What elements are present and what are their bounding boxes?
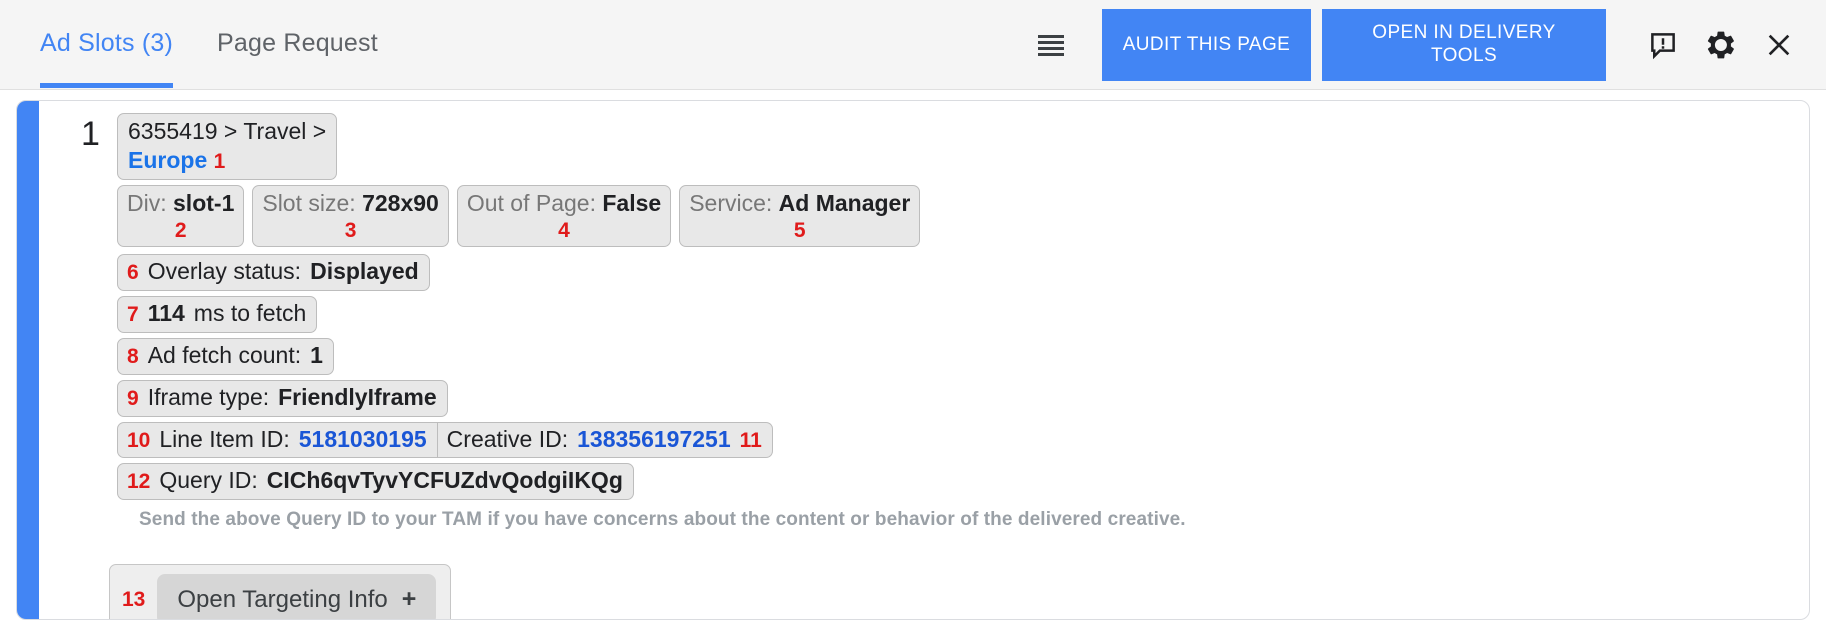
breadcrumb-part-europe: Europe: [128, 147, 207, 173]
icon-group: [1606, 28, 1826, 62]
annotation-badge-5: 5: [689, 218, 910, 244]
query-id-note: Send the above Query ID to your TAM if y…: [139, 509, 1809, 531]
plus-icon: +: [402, 585, 417, 614]
detail-query-id: 12 Query ID: CICh6qvTyvYCFUZdvQodgiIKQg: [117, 463, 634, 500]
detail-fetch-time-value: 114: [148, 299, 185, 329]
detail-overlay-status-value: Displayed: [310, 257, 419, 287]
breadcrumb-part-network: 6355419 >: [128, 118, 243, 144]
slot-index: 1: [81, 115, 100, 154]
open-targeting-info-button[interactable]: Open Targeting Info +: [157, 574, 436, 620]
detail-overlay-status: 6 Overlay status: Displayed: [117, 254, 430, 291]
breadcrumb-part-travel: Travel >: [243, 118, 326, 144]
detail-fetch-time-row: 7 114 ms to fetch: [117, 296, 1809, 333]
card-accent-stripe: [17, 101, 39, 619]
annotation-badge-13: 13: [122, 588, 145, 612]
detail-overlay-status-row: 6 Overlay status: Displayed: [117, 254, 1809, 291]
detail-iframe-type-value: FriendlyIframe: [278, 383, 437, 413]
annotation-badge-11: 11: [740, 427, 762, 454]
detail-iframe-type: 9 Iframe type: FriendlyIframe: [117, 380, 448, 417]
attribute-out-of-page-value: False: [602, 190, 661, 216]
attribute-service-text: Service: Ad Manager: [689, 189, 910, 218]
hamburger-line: [1038, 35, 1064, 38]
tab-ad-slots[interactable]: Ad Slots (3): [40, 0, 173, 88]
annotation-badge-1: 1: [214, 150, 226, 173]
attribute-div-value: slot-1: [173, 190, 234, 216]
open-targeting-info-label: Open Targeting Info: [177, 586, 387, 614]
attribute-slot-size-value: 728x90: [362, 190, 439, 216]
audit-this-page-button[interactable]: AUDIT THIS PAGE: [1102, 9, 1311, 81]
tab-page-request-label: Page Request: [217, 29, 378, 60]
close-icon[interactable]: [1762, 28, 1796, 62]
tab-bar: Ad Slots (3) Page Request: [0, 0, 402, 89]
detail-line-item-id-value[interactable]: 5181030195: [299, 425, 427, 455]
slot-content: 6355419 > Travel > Europe 1 Div: slot-1 …: [39, 113, 1809, 620]
detail-fetch-count: 8 Ad fetch count: 1: [117, 338, 334, 375]
ad-unit-breadcrumb[interactable]: 6355419 > Travel > Europe 1: [117, 113, 337, 180]
detail-fetch-count-value: 1: [310, 341, 323, 371]
slot-detail-list: 6 Overlay status: Displayed 7 114 ms to …: [117, 254, 1809, 500]
hamburger-icon[interactable]: [1028, 22, 1074, 68]
detail-fetch-time-label: ms to fetch: [194, 299, 306, 329]
annotation-badge-4: 4: [467, 218, 661, 244]
annotation-badge-10: 10: [127, 427, 150, 454]
detail-creative-id-value[interactable]: 138356197251: [577, 425, 731, 455]
detail-iframe-type-row: 9 Iframe type: FriendlyIframe: [117, 380, 1809, 417]
tab-page-request[interactable]: Page Request: [173, 0, 402, 88]
gear-icon[interactable]: [1704, 28, 1738, 62]
feedback-icon[interactable]: [1646, 28, 1680, 62]
detail-creative-id-label: Creative ID:: [447, 425, 568, 455]
attribute-service: Service: Ad Manager 5: [679, 185, 920, 247]
detail-overlay-status-label: Overlay status:: [148, 257, 301, 287]
ad-slot-card-container: 1 6355419 > Travel > Europe 1 Div: slot-…: [0, 90, 1826, 620]
attribute-slot-size-text: Slot size: 728x90: [262, 189, 438, 218]
detail-query-id-row: 12 Query ID: CICh6qvTyvYCFUZdvQodgiIKQg: [117, 463, 1809, 500]
annotation-badge-2: 2: [127, 218, 234, 244]
attribute-out-of-page-label: Out of Page:: [467, 190, 596, 216]
ad-slot-body: 1 6355419 > Travel > Europe 1 Div: slot-…: [39, 101, 1809, 619]
top-toolbar: Ad Slots (3) Page Request AUDIT THIS PAG…: [0, 0, 1826, 90]
annotation-badge-6: 6: [127, 259, 139, 286]
ad-slot-card: 1 6355419 > Travel > Europe 1 Div: slot-…: [16, 100, 1810, 620]
annotation-badge-12: 12: [127, 468, 150, 495]
attribute-div-text: Div: slot-1: [127, 189, 234, 218]
toolbar-actions: AUDIT THIS PAGE OPEN IN DELIVERY TOOLS: [1028, 0, 1826, 90]
annotation-badge-7: 7: [127, 301, 139, 328]
slot-attribute-row: Div: slot-1 2 Slot size: 728x90 3: [117, 185, 1809, 247]
attribute-out-of-page-text: Out of Page: False: [467, 189, 661, 218]
attribute-slot-size-label: Slot size:: [262, 190, 355, 216]
attribute-out-of-page: Out of Page: False 4: [457, 185, 671, 247]
detail-iframe-type-label: Iframe type:: [148, 383, 269, 413]
detail-fetch-count-row: 8 Ad fetch count: 1: [117, 338, 1809, 375]
annotation-badge-3: 3: [262, 218, 438, 244]
detail-ids-row: 10 Line Item ID: 5181030195 Creative ID:…: [117, 422, 1809, 459]
detail-query-id-label: Query ID:: [159, 466, 257, 496]
attribute-div: Div: slot-1 2: [117, 185, 244, 247]
attribute-service-label: Service:: [689, 190, 772, 216]
annotation-badge-8: 8: [127, 343, 139, 370]
tab-ad-slots-label: Ad Slots (3): [40, 29, 173, 60]
targeting-info-container: 13 Open Targeting Info +: [109, 564, 451, 620]
hamburger-line: [1038, 41, 1064, 44]
open-in-delivery-tools-button[interactable]: OPEN IN DELIVERY TOOLS: [1322, 9, 1606, 81]
annotation-badge-9: 9: [127, 385, 139, 412]
detail-creative-id[interactable]: Creative ID: 138356197251 11: [438, 422, 773, 459]
detail-fetch-time: 7 114 ms to fetch: [117, 296, 317, 333]
attribute-div-label: Div:: [127, 190, 167, 216]
detail-fetch-count-label: Ad fetch count:: [148, 341, 301, 371]
hamburger-line: [1038, 47, 1064, 50]
detail-line-item-id-label: Line Item ID:: [159, 425, 289, 455]
attribute-slot-size: Slot size: 728x90 3: [252, 185, 448, 247]
hamburger-line: [1038, 53, 1064, 56]
attribute-service-value: Ad Manager: [779, 190, 911, 216]
detail-query-id-value: CICh6qvTyvYCFUZdvQodgiIKQg: [267, 466, 623, 496]
detail-line-item-id[interactable]: 10 Line Item ID: 5181030195: [117, 422, 438, 459]
